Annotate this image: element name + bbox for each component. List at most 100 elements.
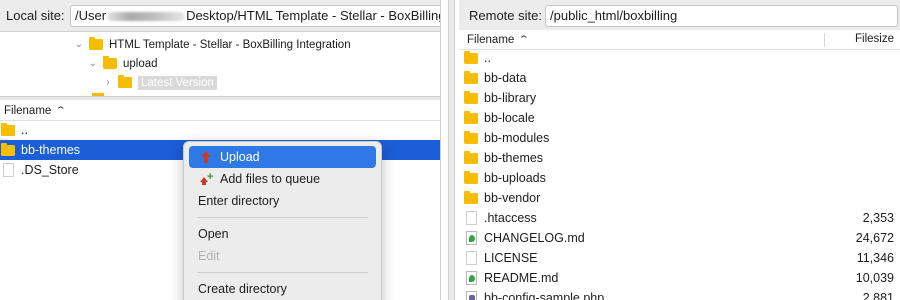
list-item[interactable]: .htaccess 2,353	[459, 208, 900, 228]
file-icon	[465, 251, 477, 265]
local-path-suffix: Desktop/HTML Template - Stellar - BoxBil…	[186, 8, 441, 23]
pane-splitter[interactable]	[0, 96, 440, 100]
column-separator[interactable]	[824, 33, 825, 47]
column-filename-label: Filename	[467, 33, 515, 46]
folder-icon	[118, 75, 132, 88]
file-name: LICENSE	[484, 251, 538, 265]
menu-separator	[197, 272, 368, 273]
list-item[interactable]: CHANGELOG.md 24,672	[459, 228, 900, 248]
local-path-prefix: /User	[75, 8, 107, 23]
list-item[interactable]: bb-vendor	[459, 188, 900, 208]
file-name: bb-uploads	[484, 171, 546, 185]
menu-item-label: Upload	[220, 150, 260, 164]
chevron-down-icon[interactable]: ⌄	[86, 58, 100, 69]
folder-icon	[464, 110, 478, 124]
file-name: ..	[21, 123, 28, 137]
folder-icon	[464, 150, 478, 164]
column-filename[interactable]: Filename ⌃	[0, 104, 68, 117]
file-size: 11,346	[856, 251, 894, 265]
list-item[interactable]: bb-themes	[459, 148, 900, 168]
folder-icon	[464, 170, 478, 184]
markdown-file-icon	[465, 271, 477, 285]
file-size: 24,672	[855, 231, 894, 245]
tree-item-html-template[interactable]: ⌄ HTML Template - Stellar - BoxBilling I…	[72, 35, 351, 54]
file-name: ..	[484, 51, 491, 65]
list-item[interactable]: bb-uploads	[459, 168, 900, 188]
folder-icon	[464, 190, 478, 204]
local-site-pane: Local site: /User Desktop/HTML Template -…	[0, 0, 441, 300]
folder-icon	[1, 142, 15, 156]
file-name: bb-data	[484, 71, 527, 85]
folder-icon	[103, 56, 117, 69]
tree-item-latest-version[interactable]: › Latest Version	[101, 73, 217, 92]
menu-item-label: Open	[198, 227, 229, 241]
local-column-header: Filename ⌃	[0, 101, 440, 121]
tree-item-upload[interactable]: ⌄ upload	[86, 54, 158, 73]
chevron-right-icon[interactable]: ›	[101, 77, 115, 88]
file-name: bb-modules	[484, 131, 550, 145]
php-file-icon	[465, 291, 477, 300]
remote-file-list: .. bb-data bb-library bb-locale bb-modul…	[459, 48, 900, 300]
file-name: bb-locale	[484, 111, 535, 125]
local-directory-tree: ⌄ HTML Template - Stellar - BoxBilling I…	[0, 33, 440, 96]
chevron-down-icon[interactable]: ⌄	[72, 39, 86, 50]
remote-column-header: Filename ⌃ Filesize	[459, 30, 900, 50]
list-item[interactable]: bb-data	[459, 68, 900, 88]
add-to-queue-icon: +	[199, 172, 213, 186]
tree-item-label: HTML Template - Stellar - BoxBilling Int…	[109, 38, 351, 51]
list-item[interactable]: LICENSE 11,346	[459, 248, 900, 268]
list-item[interactable]: bb-library	[459, 88, 900, 108]
tree-item-label: upload	[123, 57, 158, 70]
list-item[interactable]: bb-locale	[459, 108, 900, 128]
list-item[interactable]: ..	[459, 48, 900, 68]
file-name: bb-config-sample.php	[484, 291, 605, 300]
file-icon	[2, 163, 14, 177]
file-name: bb-themes	[484, 151, 544, 165]
list-item[interactable]: bb-modules	[459, 128, 900, 148]
redacted-username	[107, 12, 186, 22]
menu-item-label: Add files to queue	[220, 172, 321, 186]
menu-item-add-files-to-queue[interactable]: + Add files to queue	[189, 168, 376, 190]
column-filename-label: Filename	[4, 104, 52, 117]
folder-icon	[464, 90, 478, 104]
local-site-label: Local site:	[6, 8, 65, 23]
vertical-splitter[interactable]	[448, 0, 455, 300]
list-item[interactable]: README.md 10,039	[459, 268, 900, 288]
list-item[interactable]: ..	[0, 120, 440, 140]
folder-icon	[464, 130, 478, 144]
file-name: bb-themes	[21, 143, 81, 157]
menu-item-label: Edit	[198, 249, 220, 263]
file-size: 2,353	[862, 211, 894, 225]
file-name: bb-library	[484, 91, 537, 105]
file-size: 2,881	[862, 291, 894, 300]
menu-item-label: Enter directory	[198, 194, 280, 208]
menu-item-enter-directory[interactable]: Enter directory	[189, 190, 376, 212]
sort-ascending-icon: ⌃	[518, 34, 531, 44]
folder-icon	[1, 122, 15, 136]
remote-site-label: Remote site:	[469, 8, 542, 23]
upload-icon	[201, 151, 211, 163]
remote-site-path-input[interactable]: /public_html/boxbilling	[545, 5, 898, 27]
remote-site-pane: Remote site: /public_html/boxbilling Fil…	[459, 0, 900, 300]
menu-item-edit: Edit	[189, 245, 376, 267]
menu-item-open[interactable]: Open	[189, 223, 376, 245]
folder-icon	[464, 50, 478, 64]
column-filesize[interactable]: Filesize	[855, 33, 894, 45]
sort-ascending-icon: ⌃	[55, 105, 68, 115]
file-name: bb-vendor	[484, 191, 541, 205]
folder-icon	[464, 70, 478, 84]
menu-separator	[197, 217, 368, 218]
file-icon	[465, 211, 477, 225]
tree-item-label: Latest Version	[138, 75, 217, 90]
column-filename[interactable]: Filename ⌃	[459, 33, 531, 46]
markdown-file-icon	[465, 231, 477, 245]
menu-item-upload[interactable]: Upload	[189, 146, 376, 168]
folder-icon	[89, 37, 103, 50]
context-menu: Upload + Add files to queue Enter direct…	[183, 141, 382, 300]
file-size: 10,039	[855, 271, 894, 285]
remote-site-bar: Remote site: /public_html/boxbilling	[459, 0, 900, 32]
file-name: CHANGELOG.md	[484, 231, 585, 245]
local-site-path-input[interactable]: /User Desktop/HTML Template - Stellar - B…	[70, 5, 441, 27]
menu-item-create-directory[interactable]: Create directory	[189, 278, 376, 300]
list-item[interactable]: bb-config-sample.php 2,881	[459, 288, 900, 300]
